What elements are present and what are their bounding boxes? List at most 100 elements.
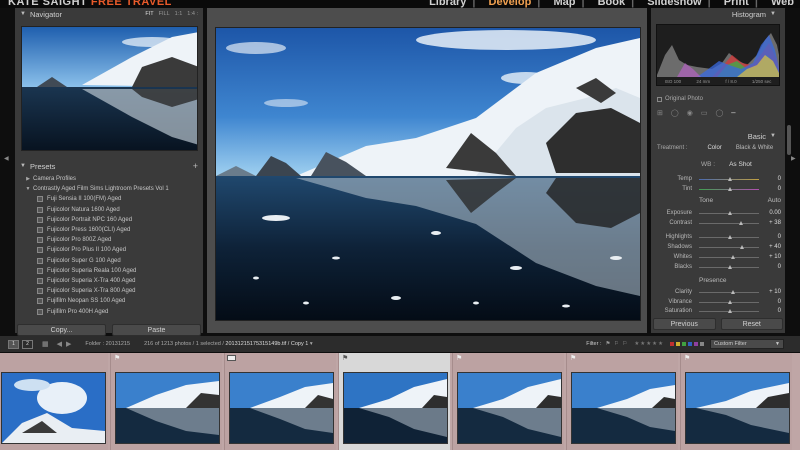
temp-slider[interactable]	[699, 176, 759, 181]
navigator-header[interactable]: ▼ Navigator FIT FILL 1:1 1:4 :	[15, 8, 203, 20]
collapse-triangle-icon[interactable]: ▼	[20, 163, 26, 169]
flag-icon[interactable]: ⚑	[456, 354, 462, 362]
thumbnail-image[interactable]	[344, 373, 447, 443]
zoom-fill[interactable]: FILL	[159, 11, 170, 17]
clarity-slider[interactable]	[699, 289, 759, 294]
module-slideshow[interactable]: Slideshow	[647, 0, 701, 8]
navigator-preview[interactable]	[21, 26, 198, 151]
preset-item[interactable]: Fujifilm Pro 400H Aged	[19, 306, 199, 316]
slider-knob[interactable]	[731, 254, 736, 259]
treatment-color[interactable]: Color	[707, 145, 721, 151]
module-print[interactable]: Print	[724, 0, 749, 8]
highlights-slider[interactable]	[699, 234, 759, 239]
paste-button[interactable]: Paste	[112, 324, 201, 336]
radial-filter-icon[interactable]: ◯	[715, 109, 723, 117]
module-library[interactable]: Library	[429, 0, 466, 8]
slider-knob[interactable]	[727, 264, 732, 269]
collapse-triangle-icon[interactable]: ▼	[20, 11, 26, 17]
slider-knob[interactable]	[727, 234, 732, 239]
checkbox[interactable]	[657, 96, 662, 102]
flag-icon[interactable]: ⚑	[114, 354, 120, 362]
slider-knob[interactable]	[727, 308, 732, 313]
filmstrip-thumb[interactable]	[224, 353, 336, 450]
preset-item[interactable]: Fuji Sensia II 100(FM) Aged	[19, 194, 199, 204]
histogram-graph[interactable]: ISO 100 24 mm f / 8.0 1/250 sec	[656, 24, 780, 86]
preset-item[interactable]: Fujicolor Superia X-Tra 400 Aged	[19, 276, 199, 286]
right-panel-scrollbar[interactable]	[787, 125, 791, 155]
slider-knob[interactable]	[727, 299, 732, 304]
treatment-bw[interactable]: Black & White	[736, 145, 773, 151]
module-map[interactable]: Map	[553, 0, 575, 8]
preset-folder[interactable]: ▶ Camera Profiles	[19, 174, 199, 184]
thumbnail-image[interactable]	[458, 373, 561, 443]
copy-button[interactable]: Copy...	[17, 324, 106, 336]
thumbnail-image[interactable]	[2, 373, 105, 443]
histogram-header[interactable]: Histogram ▼	[651, 8, 785, 20]
crop-tool-icon[interactable]: ⊞	[657, 109, 663, 117]
back-arrow-icon[interactable]: ◀	[57, 340, 62, 348]
window-1-button[interactable]: 1	[8, 339, 19, 349]
preset-item[interactable]: Fujicolor Portrait NPC 160 Aged	[19, 215, 199, 225]
reset-button[interactable]: Reset	[720, 318, 783, 330]
flag-icon[interactable]: ⚑	[570, 354, 576, 362]
filmstrip-thumb[interactable]: ⚑	[110, 353, 222, 450]
filmstrip-thumb-selected[interactable]: ⚑	[338, 353, 450, 450]
basic-header[interactable]: Basic ▼	[651, 130, 785, 142]
star-filter-icons[interactable]: ★★★★★	[634, 341, 664, 347]
folder-path[interactable]: Folder : 20131215	[85, 341, 130, 347]
blacks-slider[interactable]	[699, 264, 759, 269]
flag-filter-icons[interactable]: ⚑ ⚐ ⚐	[605, 341, 628, 347]
module-book[interactable]: Book	[598, 0, 626, 8]
preset-item[interactable]: Fujicolor Super G 100 Aged	[19, 256, 199, 266]
previous-button[interactable]: Previous	[653, 318, 716, 330]
auto-tone-button[interactable]: Auto	[768, 197, 781, 204]
color-label-filter[interactable]	[670, 342, 704, 346]
main-photo[interactable]	[216, 28, 640, 320]
right-panel-toggle-icon[interactable]: ▶	[791, 155, 797, 162]
slider-knob[interactable]	[727, 210, 732, 215]
flag-icon[interactable]: ⚑	[684, 354, 690, 362]
vibrance-slider[interactable]	[699, 299, 759, 304]
thumbnail-image[interactable]	[686, 373, 789, 443]
tint-slider[interactable]	[699, 186, 759, 191]
contrast-slider[interactable]	[699, 220, 759, 225]
preset-item[interactable]: Fujicolor Pro 800Z Aged	[19, 235, 199, 245]
forward-arrow-icon[interactable]: ▶	[66, 340, 71, 348]
collapse-triangle-icon[interactable]: ▼	[770, 11, 776, 17]
collapse-arrow-icon[interactable]: ▼	[23, 186, 33, 192]
zoom-1-4[interactable]: 1:4 :	[187, 11, 198, 17]
preset-item[interactable]: Fujicolor Superia X-Tra 800 Aged	[19, 286, 199, 296]
exposure-slider[interactable]	[699, 210, 759, 215]
filmstrip-thumb[interactable]: ⚑	[566, 353, 678, 450]
filename-dropdown-icon[interactable]: ▾	[310, 341, 313, 347]
preset-folder[interactable]: ▼ Contrastly Aged Film Sims Lightroom Pre…	[19, 184, 199, 194]
thumbnail-image[interactable]	[230, 373, 333, 443]
original-photo-toggle[interactable]: Original Photo	[657, 96, 703, 102]
flag-icon[interactable]: ⚑	[342, 354, 348, 362]
collapse-triangle-icon[interactable]: ▼	[770, 133, 776, 139]
preset-item[interactable]: Fujicolor Natura 1600 Aged	[19, 205, 199, 215]
module-develop[interactable]: Develop	[489, 0, 532, 8]
wb-select[interactable]: As Shot	[729, 161, 752, 168]
slider-knob[interactable]	[738, 220, 743, 225]
expand-arrow-icon[interactable]: ▶	[23, 176, 33, 182]
thumbnail-image[interactable]	[572, 373, 675, 443]
zoom-1-1[interactable]: 1:1	[175, 11, 183, 17]
red-eye-icon[interactable]: ◉	[687, 109, 693, 117]
shadows-slider[interactable]	[699, 244, 759, 249]
spot-removal-icon[interactable]: ◯	[671, 109, 679, 117]
slider-knob[interactable]	[727, 186, 732, 191]
filmstrip-thumb[interactable]: ⚑	[680, 353, 792, 450]
grid-view-icon[interactable]: ▦	[42, 340, 49, 348]
window-2-button[interactable]: 2	[22, 339, 33, 349]
graduated-filter-icon[interactable]: ▭	[701, 109, 708, 117]
left-panel-toggle-icon[interactable]: ◀	[4, 155, 10, 162]
preset-item[interactable]: Fujicolor Pro Plus II 100 Aged	[19, 245, 199, 255]
add-preset-icon[interactable]: +	[193, 161, 198, 171]
preset-item[interactable]: Fujicolor Press 1600(CLI) Aged	[19, 225, 199, 235]
preset-item[interactable]: Fujicolor Superia Reala 100 Aged	[19, 266, 199, 276]
slider-knob[interactable]	[739, 244, 744, 249]
custom-filter-select[interactable]: Custom Filter ▼	[710, 339, 784, 349]
slider-knob[interactable]	[727, 176, 732, 181]
whites-slider[interactable]	[699, 254, 759, 259]
